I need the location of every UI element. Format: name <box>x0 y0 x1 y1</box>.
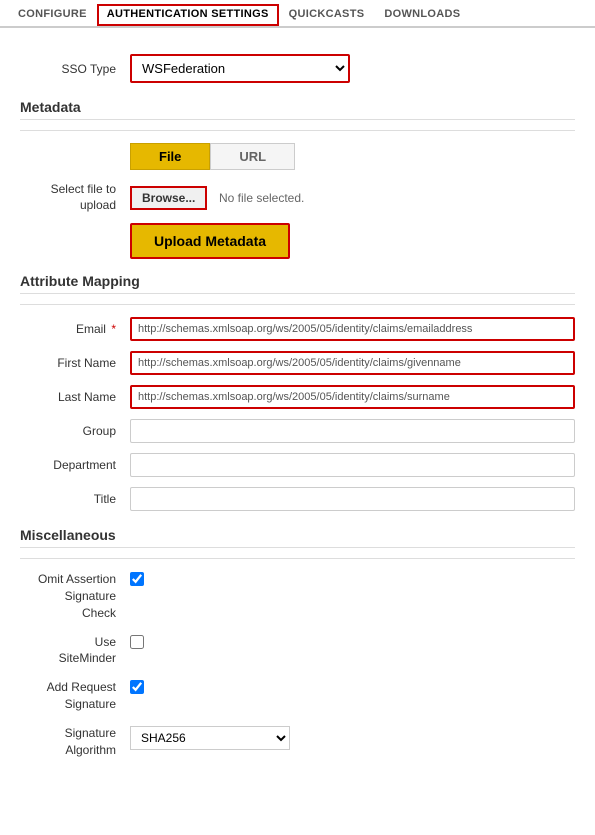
upload-metadata-button[interactable]: Upload Metadata <box>130 223 290 259</box>
department-label: Department <box>20 458 130 472</box>
use-siteminder-label: UseSiteMinder <box>20 634 130 668</box>
file-url-toggle: File URL <box>130 143 575 170</box>
department-input[interactable] <box>130 453 575 477</box>
group-value <box>130 419 575 443</box>
omit-assertion-value <box>130 571 144 586</box>
main-content: SSO Type WSFederation SAML OAuth Metadat… <box>0 28 595 786</box>
first-name-input[interactable] <box>130 351 575 375</box>
nav-auth-settings[interactable]: AUTHENTICATION SETTINGS <box>97 4 279 26</box>
first-name-value <box>130 351 575 375</box>
sso-type-row: SSO Type WSFederation SAML OAuth <box>20 54 575 83</box>
title-label: Title <box>20 492 130 506</box>
top-navigation: CONFIGURE AUTHENTICATION SETTINGS QUICKC… <box>0 0 595 28</box>
add-request-sig-label: Add RequestSignature <box>20 679 130 713</box>
sso-type-label: SSO Type <box>20 62 130 76</box>
group-input[interactable] <box>130 419 575 443</box>
first-name-label: First Name <box>20 356 130 370</box>
sig-algorithm-select[interactable]: SHA256 SHA1 SHA384 SHA512 <box>130 726 290 750</box>
misc-section-header: Miscellaneous <box>20 527 575 548</box>
browse-label: Select file to upload <box>20 182 130 213</box>
sig-algorithm-value: SHA256 SHA1 SHA384 SHA512 <box>130 725 290 750</box>
email-label: Email * <box>20 322 130 336</box>
email-input[interactable] <box>130 317 575 341</box>
add-request-sig-checkbox[interactable] <box>130 680 144 694</box>
email-row: Email * <box>20 317 575 341</box>
use-siteminder-checkbox[interactable] <box>130 635 144 649</box>
omit-assertion-checkbox[interactable] <box>130 572 144 586</box>
use-siteminder-row: UseSiteMinder <box>20 634 575 668</box>
use-siteminder-value <box>130 634 144 649</box>
email-required: * <box>108 322 116 336</box>
browse-button[interactable]: Browse... <box>130 186 207 210</box>
last-name-label: Last Name <box>20 390 130 404</box>
group-label: Group <box>20 424 130 438</box>
sso-type-value: WSFederation SAML OAuth <box>130 54 575 83</box>
sig-algorithm-label: SignatureAlgorithm <box>20 725 130 759</box>
metadata-section-header: Metadata <box>20 99 575 120</box>
nav-downloads[interactable]: DOWNLOADS <box>374 4 470 26</box>
title-value <box>130 487 575 511</box>
department-row: Department <box>20 453 575 477</box>
nav-configure[interactable]: CONFIGURE <box>8 4 97 26</box>
file-toggle-btn[interactable]: File <box>130 143 210 170</box>
first-name-row: First Name <box>20 351 575 375</box>
add-request-sig-value <box>130 679 144 694</box>
email-value <box>130 317 575 341</box>
group-row: Group <box>20 419 575 443</box>
add-request-sig-row: Add RequestSignature <box>20 679 575 713</box>
attr-mapping-section-header: Attribute Mapping <box>20 273 575 294</box>
nav-quickcasts[interactable]: QUICKCASTS <box>279 4 375 26</box>
omit-assertion-label: Omit AssertionSignatureCheck <box>20 571 130 621</box>
sso-type-select[interactable]: WSFederation SAML OAuth <box>130 54 350 83</box>
browse-row: Select file to upload Browse... No file … <box>20 182 575 213</box>
sig-algorithm-row: SignatureAlgorithm SHA256 SHA1 SHA384 SH… <box>20 725 575 759</box>
last-name-row: Last Name <box>20 385 575 409</box>
no-file-text: No file selected. <box>219 191 304 205</box>
metadata-divider <box>20 130 575 131</box>
upload-btn-row: Upload Metadata <box>130 223 575 259</box>
omit-assertion-row: Omit AssertionSignatureCheck <box>20 571 575 621</box>
department-value <box>130 453 575 477</box>
title-input[interactable] <box>130 487 575 511</box>
title-row: Title <box>20 487 575 511</box>
attr-mapping-divider <box>20 304 575 305</box>
last-name-input[interactable] <box>130 385 575 409</box>
last-name-value <box>130 385 575 409</box>
misc-divider <box>20 558 575 559</box>
url-toggle-btn[interactable]: URL <box>210 143 295 170</box>
browse-value: Browse... No file selected. <box>130 186 575 210</box>
